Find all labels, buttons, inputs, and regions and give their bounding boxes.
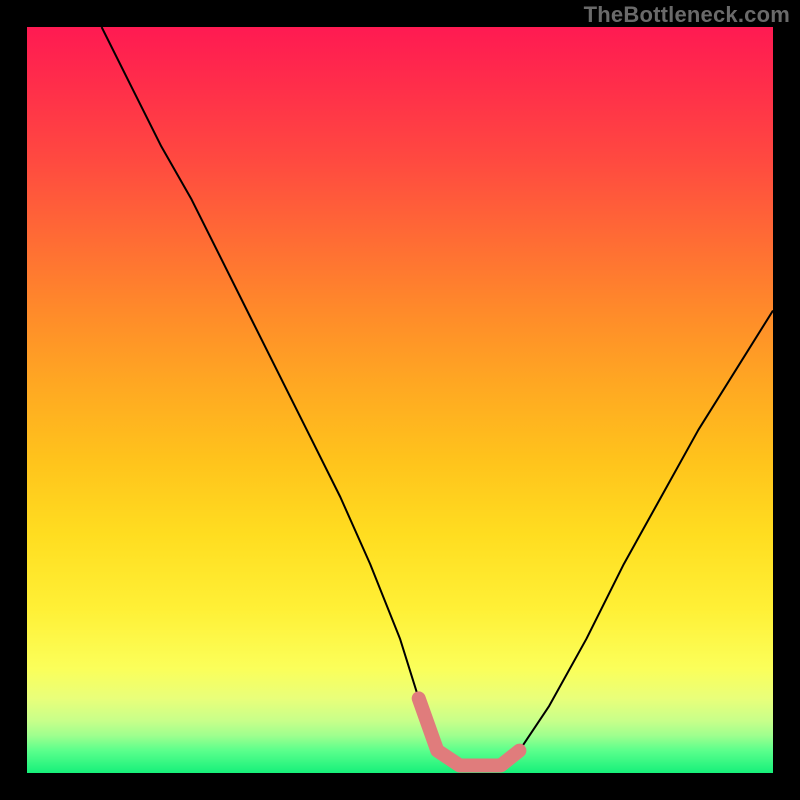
chart-frame: TheBottleneck.com: [0, 0, 800, 800]
bottleneck-curve: [102, 27, 773, 766]
curve-layer: [27, 27, 773, 773]
optimal-range-highlight: [419, 698, 520, 765]
plot-area: [27, 27, 773, 773]
watermark-text: TheBottleneck.com: [584, 2, 790, 28]
